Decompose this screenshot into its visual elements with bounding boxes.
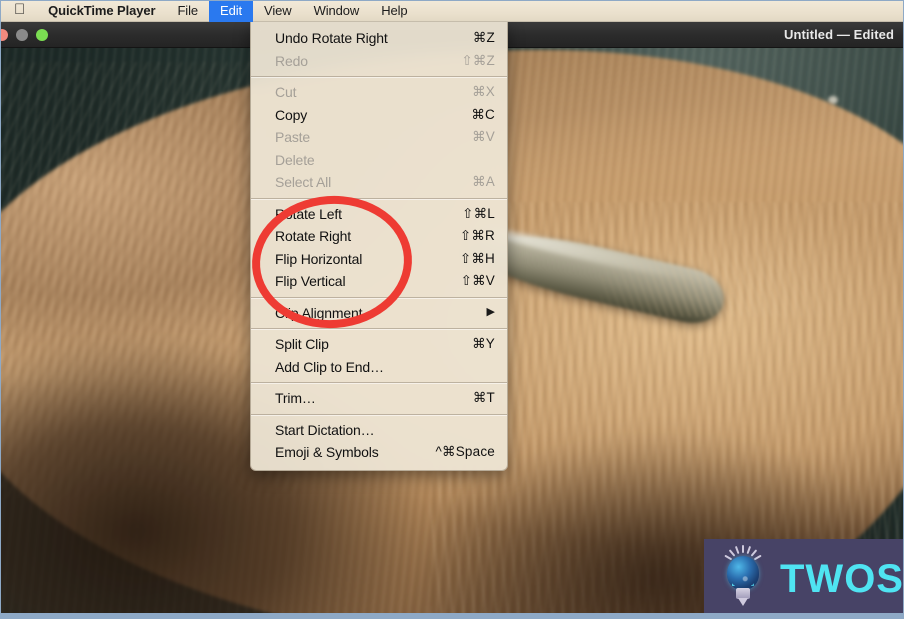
menu-separator — [251, 296, 507, 298]
menu-item-label: Cut — [275, 84, 297, 101]
menu-item-shortcut: ⇧⌘V — [460, 273, 495, 289]
menu-item-label: Emoji & Symbols — [275, 444, 379, 461]
menubar-item-quicktime-player[interactable]: QuickTime Player — [37, 0, 166, 22]
menu-item-shortcut: ⌘Z — [472, 30, 495, 46]
menu-separator — [251, 328, 507, 329]
menu-item-shortcut: ⌘V — [472, 129, 495, 145]
menubar-item-window[interactable]: Window — [303, 0, 371, 22]
menu-item-rotate-right[interactable]: Rotate Right ⇧⌘R — [251, 225, 507, 248]
menu-item-shortcut: ⌘X — [472, 84, 495, 100]
menu-item-label: Split Clip — [275, 336, 329, 353]
screen: Untitled — Edited  QuickTime Player Fil… — [0, 0, 904, 619]
menu-item-flip-vertical[interactable]: Flip Vertical ⇧⌘V — [251, 270, 507, 293]
menu-item-shortcut: ⌘T — [472, 390, 495, 406]
menu-item-add-clip-to-end[interactable]: Add Clip to End… — [251, 356, 507, 379]
menu-item-shortcut: ⌘A — [472, 174, 495, 190]
menubar-item-help[interactable]: Help — [370, 0, 418, 22]
menu-separator — [251, 197, 507, 199]
menu-item-label: Redo — [275, 52, 308, 69]
menu-item-clip-alignment[interactable]: Clip Alignment ▶ — [251, 302, 507, 325]
twos-logo-text: TWOS — [780, 557, 904, 601]
menu-item-trim[interactable]: Trim… ⌘T — [251, 387, 507, 410]
menu-item-label: Add Clip to End… — [275, 358, 384, 375]
window-title: Untitled — Edited — [783, 27, 894, 42]
menu-item-label: Delete — [275, 151, 315, 168]
minimize-button[interactable] — [16, 29, 28, 41]
menu-separator — [251, 382, 507, 383]
menu-item-copy[interactable]: Copy ⌘C — [251, 104, 507, 127]
menu-item-redo[interactable]: Redo ⇧⌘Z — [251, 50, 507, 73]
twos-watermark: TWOS — [704, 539, 904, 619]
menu-separator — [251, 413, 507, 415]
menubar-item-edit[interactable]: Edit — [209, 0, 254, 22]
menu-item-flip-horizontal[interactable]: Flip Horizontal ⇧⌘H — [251, 248, 507, 271]
menu-item-label: Start Dictation… — [275, 421, 375, 438]
menu-item-label: Copy — [275, 106, 308, 123]
menu-item-start-dictation[interactable]: Start Dictation… — [251, 419, 507, 442]
menu-item-label: Paste — [275, 129, 311, 146]
apple-logo-icon[interactable]:  — [8, 0, 37, 22]
menu-item-rotate-left[interactable]: Rotate Left ⇧⌘L — [251, 203, 507, 226]
close-button[interactable] — [0, 29, 8, 41]
menu-item-shortcut: ^⌘Space — [435, 444, 495, 460]
menu-item-select-all[interactable]: Select All ⌘A — [251, 171, 507, 194]
menu-item-split-clip[interactable]: Split Clip ⌘Y — [251, 333, 507, 356]
window-controls — [0, 29, 48, 41]
menu-item-label: Select All — [275, 174, 332, 191]
edit-dropdown-menu: Undo Rotate Right ⌘Z Redo ⇧⌘Z Cut ⌘X Cop… — [250, 22, 508, 471]
menu-item-shortcut: ⇧⌘L — [462, 205, 495, 221]
menu-item-label: Trim… — [275, 390, 316, 407]
menu-item-label: Rotate Left — [275, 205, 342, 222]
menu-item-shortcut: ⇧⌘R — [459, 228, 495, 244]
lightbulb-icon — [712, 545, 774, 612]
menu-item-label: Clip Alignment — [275, 304, 363, 321]
menubar-item-view[interactable]: View — [253, 0, 303, 22]
menu-item-shortcut: ⌘Y — [472, 336, 495, 352]
submenu-arrow-icon: ▶ — [486, 306, 495, 319]
menu-item-shortcut: ⇧⌘Z — [461, 52, 495, 68]
menubar-item-file[interactable]: File — [166, 0, 209, 22]
menu-item-label: Undo Rotate Right — [275, 30, 388, 47]
menu-item-delete[interactable]: Delete — [251, 149, 507, 172]
menu-item-label: Flip Horizontal — [275, 250, 363, 267]
menu-item-undo-rotate-right[interactable]: Undo Rotate Right ⌘Z — [251, 27, 507, 50]
menu-item-cut[interactable]: Cut ⌘X — [251, 81, 507, 104]
menu-separator — [251, 76, 507, 77]
menu-item-shortcut: ⇧⌘H — [459, 250, 495, 266]
menu-item-label: Rotate Right — [275, 228, 352, 245]
menu-item-shortcut: ⌘C — [471, 106, 495, 122]
menu-item-paste[interactable]: Paste ⌘V — [251, 126, 507, 149]
menu-item-emoji-and-symbols[interactable]: Emoji & Symbols ^⌘Space — [251, 441, 507, 464]
menu-item-label: Flip Vertical — [275, 273, 346, 290]
menu-bar:  QuickTime Player File Edit View Window… — [0, 0, 904, 22]
zoom-button[interactable] — [36, 29, 48, 41]
